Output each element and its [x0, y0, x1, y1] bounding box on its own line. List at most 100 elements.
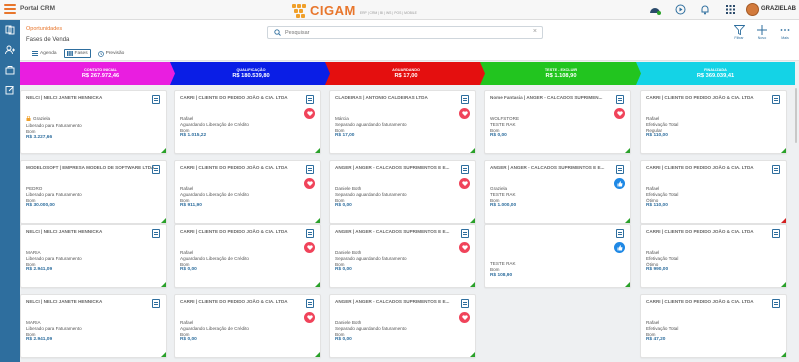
sidebar-item-contacts[interactable] [0, 40, 20, 60]
sidebar-item-edit[interactable] [0, 80, 20, 100]
clear-icon[interactable]: × [533, 28, 537, 35]
view-previsao-button[interactable]: Previsão [95, 49, 128, 58]
stage-total: R$ 180.539,80 [232, 73, 270, 79]
card-details-icon[interactable] [772, 229, 780, 238]
heart-badge-icon[interactable] [459, 108, 470, 119]
opportunity-card[interactable]: ANGER | ANGER - CALCADOS SUPRIMENTOS E E… [329, 294, 476, 358]
card-details-icon[interactable] [772, 165, 780, 174]
sidebar-item-documents[interactable] [0, 20, 20, 40]
opportunity-card[interactable]: ANGER | ANGER - CALCADOS SUPRIMENTOS E E… [329, 160, 476, 224]
opportunity-card[interactable]: ANGER | ANGER - CALCADOS SUPRIMENTOS E E… [329, 224, 476, 288]
search-input[interactable] [285, 28, 525, 38]
view-fases-button[interactable]: Fases [63, 49, 91, 58]
thumb-badge-icon[interactable] [614, 178, 625, 189]
card-details: TESTE RAK Bom R$ 108,90 [490, 261, 516, 278]
thumb-badge-icon[interactable] [614, 242, 625, 253]
card-details: Rafael Efetivação Total Regular R$ 110,00 [646, 116, 678, 139]
opportunity-card[interactable]: Nome Fantasia | ANGER - CALCADOS SUPRIME… [484, 90, 631, 154]
more-button[interactable]: Mais [775, 25, 795, 40]
heart-badge-icon[interactable] [459, 178, 470, 189]
opportunity-card[interactable]: CLADEIRAS | ANTONIO CALDEIRAS LTDA Márcia… [329, 90, 476, 154]
opportunity-card[interactable]: CARRI | CLIENTE DO PEDIDO JOÃO & CIA. LT… [174, 294, 321, 358]
new-button[interactable]: Novo [752, 25, 772, 40]
user-menu[interactable]: GRAZIELAB [746, 2, 796, 16]
heart-badge-icon[interactable] [304, 178, 315, 189]
stage-header[interactable]: AGUARDANDO R$ 17,00 [325, 62, 487, 85]
card-details-icon[interactable] [306, 165, 314, 174]
card-value: R$ 2.941,09 [26, 267, 53, 273]
dashboard-icon[interactable] [648, 2, 662, 16]
filter-icon [733, 25, 745, 35]
filter-button[interactable]: Filtrar [729, 25, 749, 40]
logo-subtitle: ERP | CRM | BI | WS | POS | MOBILE [359, 10, 417, 15]
opportunity-card[interactable]: TESTE RAK Bom R$ 108,90 [484, 224, 631, 288]
heart-badge-icon[interactable] [614, 108, 625, 119]
card-details-icon[interactable] [616, 165, 624, 174]
more-label: Mais [781, 36, 789, 40]
card-title: NELCI | NELCI JANETE HENNICKA [26, 95, 103, 100]
columns-icon [66, 51, 73, 56]
stage-total: R$ 17,00 [394, 73, 418, 79]
opportunity-card[interactable]: CARRI | CLIENTE DO PEDIDO JOÃO & CIA. LT… [640, 224, 787, 288]
bell-icon[interactable] [698, 2, 712, 16]
card-details-icon[interactable] [616, 229, 624, 238]
breadcrumb[interactable]: Oportunidades [26, 26, 62, 32]
stage-header[interactable]: FINALIZADA R$ 369.039,41 [636, 62, 795, 85]
heart-badge-icon[interactable] [459, 312, 470, 323]
card-details-icon[interactable] [461, 229, 469, 238]
status-corner [470, 352, 475, 357]
card-details-icon[interactable] [461, 299, 469, 308]
card-value: R$ 0,00 [335, 267, 352, 273]
card-line: TESTE RAK [490, 191, 516, 197]
stage-header[interactable]: QUALIFICAÇÃO R$ 180.539,80 [170, 62, 332, 85]
menu-icon[interactable] [4, 4, 16, 16]
card-details-icon[interactable] [152, 299, 160, 308]
heart-badge-icon[interactable] [304, 108, 315, 119]
opportunity-card[interactable]: CARRI | CLIENTE DO PEDIDO JOÃO & CIA. LT… [640, 90, 787, 154]
opportunity-card[interactable]: CARRI | CLIENTE DO PEDIDO JOÃO & CIA. LT… [174, 224, 321, 288]
card-details-icon[interactable] [306, 299, 314, 308]
stage-name: QUALIFICAÇÃO [236, 68, 266, 72]
card-details: Graziela TESTE RAK Bom R$ 1.000,00 [490, 186, 516, 209]
card-details-icon[interactable] [152, 229, 160, 238]
card-details-icon[interactable] [306, 229, 314, 238]
more-icon [780, 29, 790, 31]
opportunity-card[interactable]: CARRI | CLIENTE DO PEDIDO JOÃO & CIA. LT… [174, 160, 321, 224]
heart-badge-icon[interactable] [304, 242, 315, 253]
opportunity-card[interactable]: NELCI | NELCI JANETE HENNICKA MARIA Libera… [20, 294, 167, 358]
card-value: R$ 1.000,00 [490, 203, 517, 209]
opportunity-card[interactable]: CARRI | CLIENTE DO PEDIDO JOÃO & CIA. LT… [174, 90, 321, 154]
stage-header[interactable]: TESTE - EXCLUIR R$ 1.108,90 [480, 62, 642, 85]
stage-header[interactable]: CONTATO INICIAL R$ 267.972,46 [20, 62, 181, 85]
opportunity-card[interactable]: MODELOSOFT | EMPRESA MODELO DE SOFTWARE … [20, 160, 167, 224]
card-line: TESTE RAK [490, 121, 516, 127]
card-details-icon[interactable] [306, 95, 314, 104]
opportunity-card[interactable]: NELCI | NELCI JANETE HENNICKA MARIA Libera… [20, 224, 167, 288]
play-icon[interactable] [673, 2, 687, 16]
stage-total: R$ 1.108,90 [545, 73, 577, 79]
card-title: ANGER | ANGER - CALCADOS SUPRIMENTOS E E… [490, 165, 605, 170]
avatar [746, 2, 759, 16]
sidebar-item-bag[interactable] [0, 60, 20, 80]
card-details-icon[interactable] [152, 165, 160, 174]
card-details: Rafael Aguardando Liberação de Crédito Bom… [180, 186, 249, 209]
view-agenda-button[interactable]: Agenda [29, 49, 60, 58]
card-details-icon[interactable] [772, 95, 780, 104]
opportunity-card[interactable]: ANGER | ANGER - CALCADOS SUPRIMENTOS E E… [484, 160, 631, 224]
opportunity-card[interactable]: CARRI | CLIENTE DO PEDIDO JOÃO & CIA. LT… [640, 294, 787, 358]
stage-name: FINALIZADA [704, 68, 727, 72]
card-title: CARRI | CLIENTE DO PEDIDO JOÃO & CIA. LT… [646, 165, 754, 170]
apps-grid-icon[interactable] [723, 2, 737, 16]
card-details-icon[interactable] [152, 95, 160, 104]
card-details-icon[interactable] [461, 95, 469, 104]
card-title: CARRI | CLIENTE DO PEDIDO JOÃO & CIA. LT… [180, 165, 288, 170]
scrollbar[interactable] [795, 88, 797, 143]
opportunity-card[interactable]: NELCI | NELCI JANETE HENNICKA Graziela Lib… [20, 90, 167, 154]
opportunity-card[interactable]: CARRI | CLIENTE DO PEDIDO JOÃO & CIA. LT… [640, 160, 787, 224]
heart-badge-icon[interactable] [459, 242, 470, 253]
card-details-icon[interactable] [616, 95, 624, 104]
card-details-icon[interactable] [461, 165, 469, 174]
card-details-icon[interactable] [772, 299, 780, 308]
heart-badge-icon[interactable] [304, 312, 315, 323]
card-line: Efetivação Total [646, 325, 679, 331]
